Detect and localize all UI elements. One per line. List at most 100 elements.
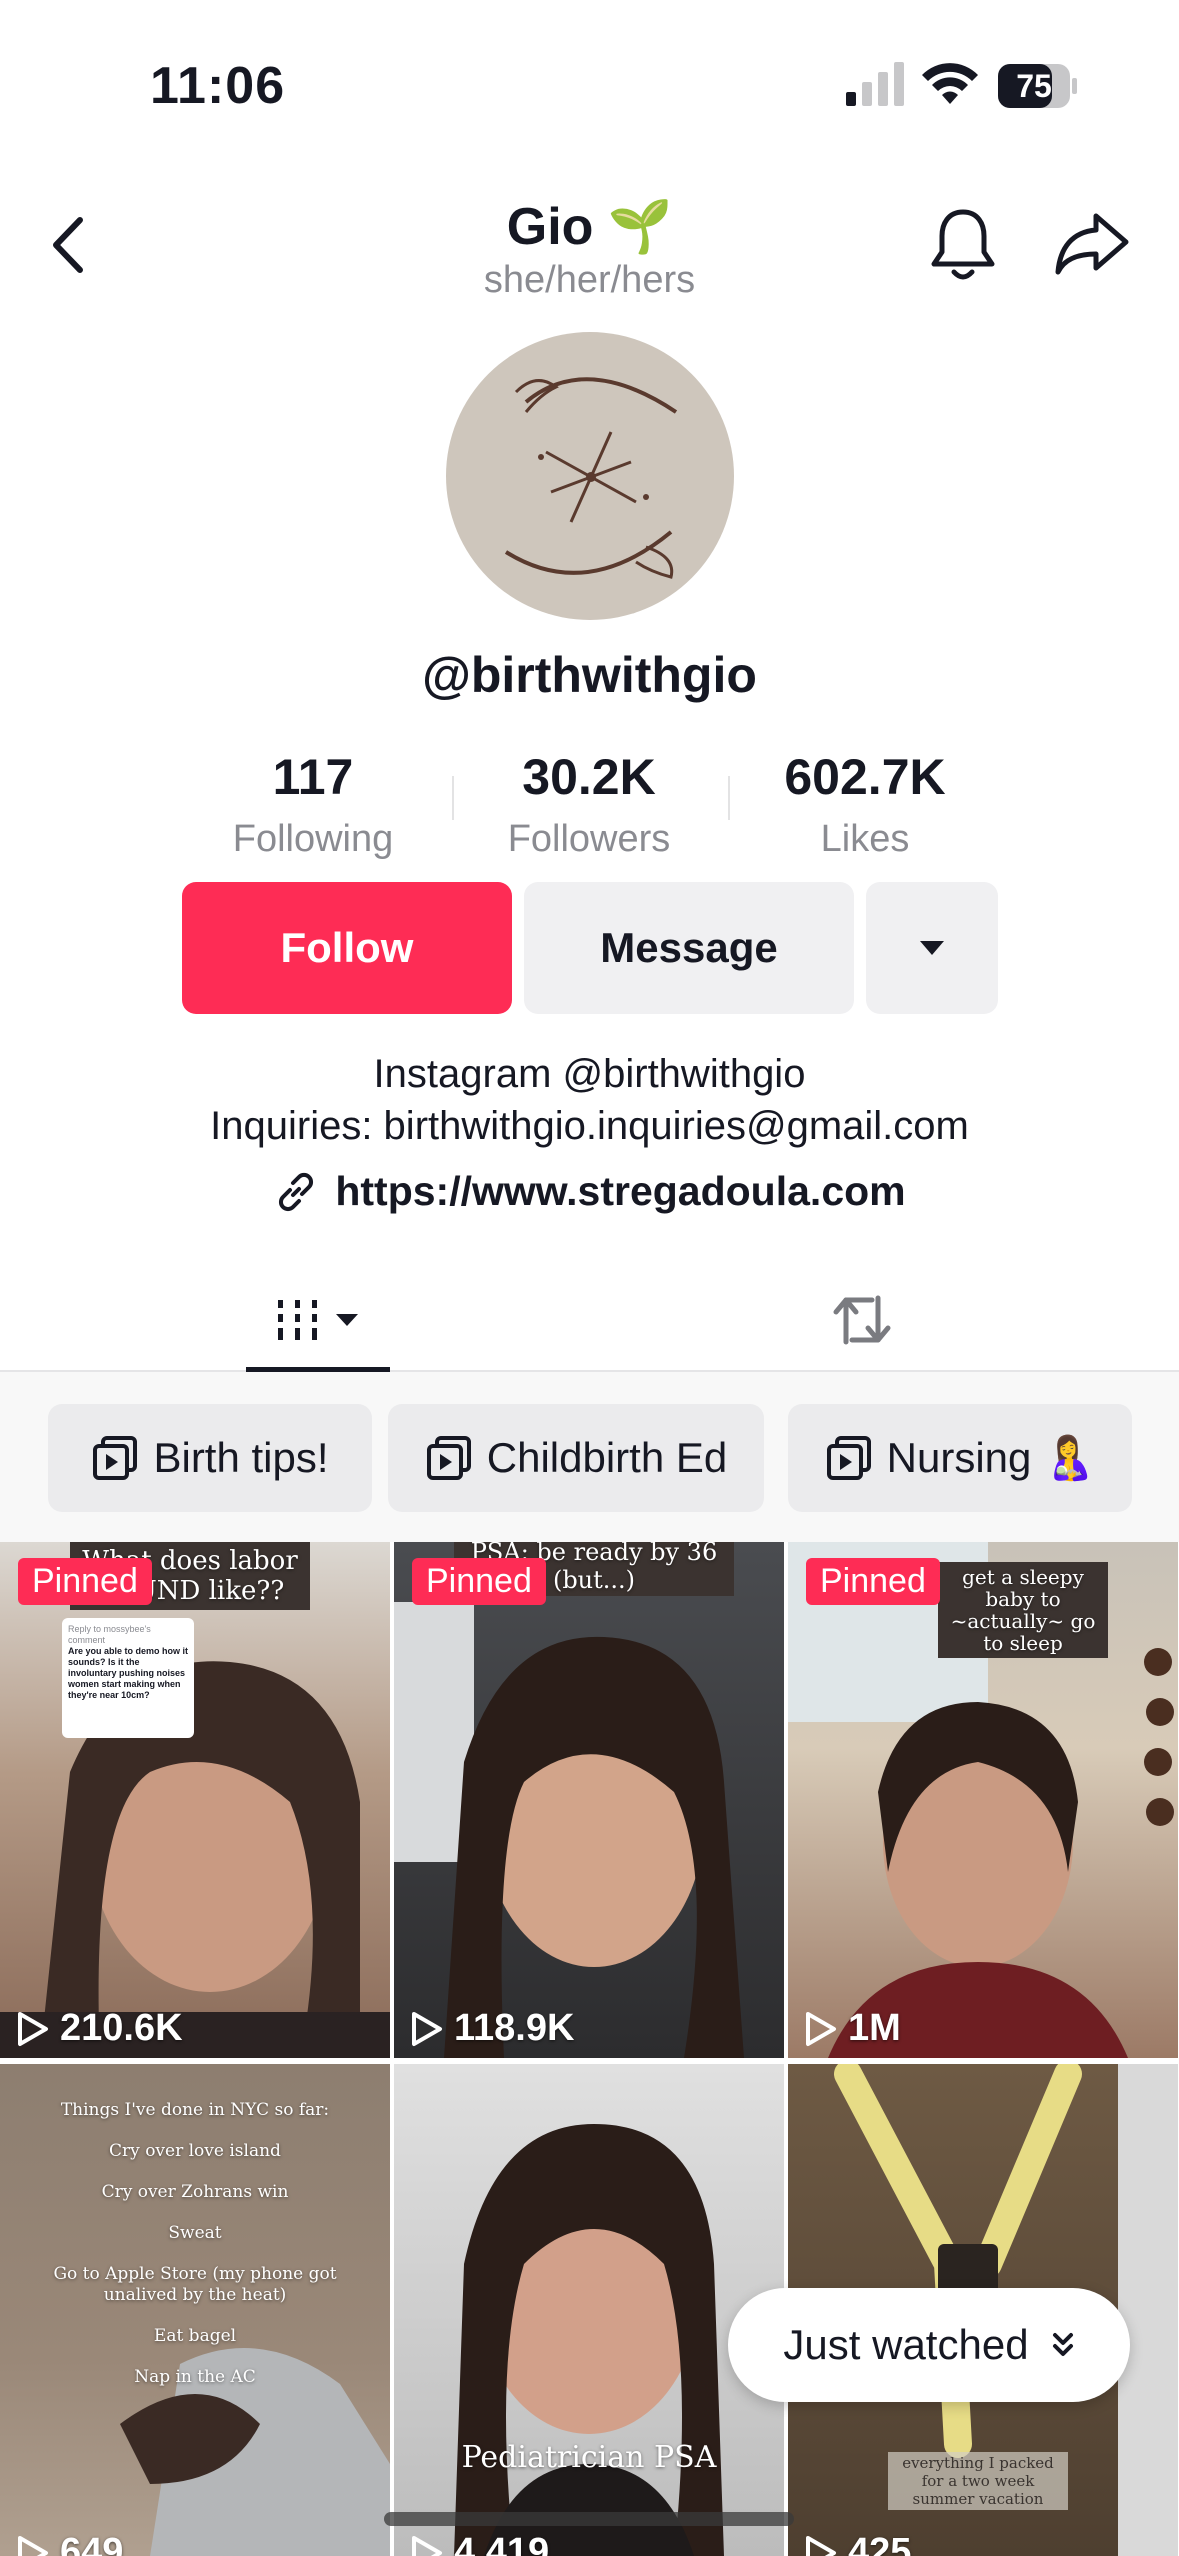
bell-icon	[931, 209, 995, 280]
link-icon	[279, 1172, 314, 1211]
caret-down-icon	[920, 941, 944, 955]
view-count-text: 4,419	[454, 2531, 550, 2556]
view-count-text: 1M	[848, 2007, 901, 2049]
playlist-row: Birth tips! Childbirth Ed Nursing 🤱	[0, 1372, 1179, 1542]
pinned-badge: Pinned	[412, 1558, 546, 1605]
video-caption: Pediatrician PSA	[461, 2440, 717, 2475]
cellular-signal-icon	[846, 62, 904, 106]
playlist-nursing[interactable]: Nursing 🤱	[788, 1404, 1132, 1512]
view-count-text: 649	[60, 2531, 124, 2556]
caption-line: Cry over love island	[109, 2141, 281, 2161]
message-button[interactable]: Message	[524, 882, 854, 1014]
view-count: 4,419	[410, 2531, 549, 2556]
username: @birthwithgio	[422, 647, 757, 703]
bio-link-text: https://www.stregadoula.com	[335, 1168, 906, 1214]
playlist-label: Childbirth Ed	[486, 1434, 728, 1481]
video-thumbnail[interactable]: What does labor SOUND like?? Reply to mo…	[0, 1542, 390, 2058]
view-count-text: 210.6K	[60, 2007, 183, 2049]
thumbnail-person	[394, 1602, 744, 2058]
playlist-birth-tips[interactable]: Birth tips!	[48, 1404, 372, 1512]
reply-comment-card: Reply to mossybee's comment Are you able…	[62, 1618, 194, 1738]
profile-stats: 117 Following 30.2K Followers 602.7K Lik…	[0, 748, 1179, 868]
video-thumbnail[interactable]: Things I've done in NYC so far: Cry over…	[0, 2064, 390, 2556]
view-count-text: 425	[848, 2531, 912, 2556]
stat-label: Followers	[507, 818, 671, 860]
thumbnail-person	[454, 2124, 724, 2556]
stat-value: 117	[272, 749, 354, 805]
tab-reposts[interactable]	[820, 1268, 904, 1372]
stat-label: Following	[232, 818, 394, 860]
video-thumbnail[interactable]: PSA: be ready by 36 (but...) Pinned 118.…	[394, 1542, 784, 2058]
view-count: 118.9K	[410, 2007, 574, 2050]
video-caption: Things I've done in NYC so far: Cry over…	[10, 2100, 380, 2388]
battery-level: 75	[1016, 67, 1052, 104]
double-chevron-down-icon	[1052, 2333, 1073, 2356]
stat-likes[interactable]: 602.7K Likes	[745, 748, 985, 861]
caption-line: Eat bagel	[153, 2326, 237, 2346]
status-time: 11:06	[150, 57, 286, 115]
playlist-icon	[826, 1436, 871, 1480]
playlist-icon	[93, 1436, 138, 1480]
seedling-emoji: 🌱	[607, 198, 673, 256]
stat-divider	[452, 776, 454, 820]
profile-header: Gio 🌱 she/her/hers	[0, 196, 1179, 302]
pronouns: she/her/hers	[483, 259, 696, 301]
stat-divider	[728, 776, 730, 820]
reply-comment-label: Reply to mossybee's comment	[68, 1624, 151, 1645]
caption-line: Things I've done in NYC so far:	[60, 2100, 330, 2120]
play-icon	[412, 2011, 442, 2046]
video-thumbnail[interactable]: get a sleepy baby to ~actually~ go to sl…	[788, 1542, 1178, 2058]
caption-line: Cry over Zohrans win	[101, 2182, 289, 2202]
bio-line: Inquiries: birthwithgio.inquiries@gmail.…	[210, 1104, 969, 1148]
caption-line: Go to Apple Store (my phone got unalived…	[53, 2264, 337, 2305]
play-icon	[412, 2535, 442, 2556]
pinned-badge: Pinned	[18, 1558, 152, 1605]
play-icon	[806, 2011, 836, 2046]
battery-icon: 75	[998, 64, 1078, 108]
caption-line: Nap in the AC	[134, 2367, 256, 2387]
playlist-label: Birth tips!	[153, 1434, 329, 1481]
video-caption: get a sleepy baby to ~actually~ go to sl…	[938, 1562, 1108, 1658]
share-arrow-icon	[1055, 213, 1129, 275]
follow-button[interactable]: Follow	[182, 882, 512, 1014]
view-count: 649	[16, 2531, 123, 2556]
avatar[interactable]	[446, 332, 734, 620]
bio-line: Instagram @birthwithgio	[373, 1052, 806, 1096]
playlist-childbirth-ed[interactable]: Childbirth Ed	[388, 1404, 764, 1512]
grid-icon	[278, 1300, 317, 1340]
view-count: 425	[804, 2531, 911, 2556]
video-grid: What does labor SOUND like?? Reply to mo…	[0, 1542, 1179, 2556]
profile-tabs	[0, 1268, 1179, 1372]
play-icon	[18, 2535, 48, 2556]
caption-line: Sweat	[168, 2223, 222, 2243]
video-thumbnail[interactable]: Pediatrician PSA 4,419	[394, 2064, 784, 2556]
video-caption: everything I packed for a two week summe…	[888, 2452, 1068, 2510]
just-watched-button[interactable]: Just watched	[728, 2288, 1130, 2402]
stat-value: 30.2K	[522, 749, 656, 805]
notification-bell-button[interactable]	[928, 206, 998, 282]
caret-down-icon	[336, 1314, 358, 1326]
share-button[interactable]	[1054, 210, 1130, 278]
bio: Instagram @birthwithgio Inquiries: birth…	[0, 1048, 1179, 1152]
suggested-accounts-button[interactable]	[866, 882, 998, 1014]
play-icon	[18, 2011, 48, 2046]
status-bar: 11:06 75	[0, 0, 1179, 160]
avatar-hands-logo	[504, 377, 678, 579]
stat-followers[interactable]: 30.2K Followers	[469, 748, 709, 861]
profile-name-text: Gio	[506, 197, 594, 256]
stat-label: Likes	[820, 818, 910, 860]
bio-link[interactable]: https://www.stregadoula.com	[0, 1168, 1179, 1215]
playlist-icon	[426, 1436, 471, 1480]
playlist-label: Nursing 🤱	[886, 1433, 1096, 1481]
stat-value: 602.7K	[784, 749, 946, 805]
stat-following[interactable]: 117 Following	[193, 748, 433, 861]
home-indicator	[384, 2512, 794, 2526]
view-count: 1M	[804, 2007, 901, 2050]
view-count-text: 118.9K	[454, 2007, 575, 2049]
repost-icon	[833, 1295, 891, 1345]
play-icon	[806, 2535, 836, 2556]
profile-name: Gio 🌱	[507, 196, 672, 257]
reply-comment-text: Are you able to demo how it sounds? Is i…	[68, 1646, 189, 1700]
pinned-badge: Pinned	[806, 1558, 940, 1605]
tab-videos[interactable]	[246, 1268, 390, 1372]
